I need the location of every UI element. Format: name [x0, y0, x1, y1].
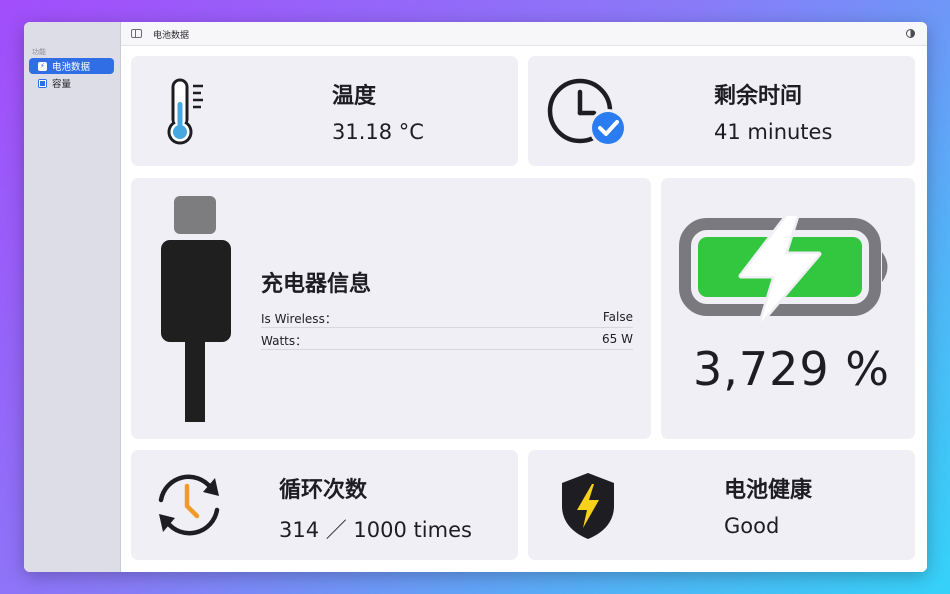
charger-row-label: Watts： [261, 334, 308, 348]
temperature-card: 温度 31.18 °C [131, 56, 518, 166]
cycle-count-title: 循环次数 [279, 478, 368, 503]
bolt-icon: ⚡ [38, 61, 47, 71]
appearance-toggle-icon[interactable] [906, 29, 915, 38]
usb-cable-icon [161, 196, 231, 422]
charger-info-card: 充电器信息 Is Wireless： False Watts： 65 W [131, 178, 651, 439]
remaining-time-title: 剩余时间 [714, 84, 803, 109]
cycle-count-value: 314 ／ 1000 times [279, 518, 472, 542]
clock-check-icon [547, 78, 627, 147]
charger-row-value: 65 W [602, 332, 633, 346]
cycle-count-card: 循环次数 314 ／ 1000 times [131, 450, 518, 560]
battery-health-card: 电池健康 Good [528, 450, 915, 560]
square-icon [38, 78, 47, 88]
battery-level-card: 3,729 % [661, 178, 915, 439]
battery-percent-value: 3,729 % [693, 342, 891, 396]
sidebar-section-label: 功能 [32, 48, 46, 56]
sidebar: 功能 ⚡ 电池数据 容量 [24, 22, 121, 572]
shield-bolt-icon [562, 473, 614, 539]
app-window: 功能 ⚡ 电池数据 容量 电池数据 温度 31.18 °C 剩余时间 41 mi… [24, 22, 927, 572]
battery-health-value: Good [724, 514, 780, 538]
toolbar-title: 电池数据 [153, 31, 190, 41]
charger-row-value: False [602, 310, 633, 324]
thermometer-icon [167, 78, 203, 145]
sidebar-item-capacity[interactable]: 容量 [29, 75, 114, 91]
toolbar: 电池数据 [121, 22, 927, 46]
sidebar-item-label: 容量 [52, 79, 72, 90]
table-row: Is Wireless： False [261, 306, 633, 328]
sidebar-toggle-icon[interactable] [131, 29, 142, 38]
battery-health-title: 电池健康 [724, 478, 813, 503]
temperature-title: 温度 [332, 84, 377, 109]
charger-info-table: Is Wireless： False Watts： 65 W [261, 306, 633, 350]
temperature-value: 31.18 °C [332, 120, 424, 144]
table-row: Watts： 65 W [261, 328, 633, 350]
sidebar-item-battery-data[interactable]: ⚡ 电池数据 [29, 58, 114, 74]
charger-row-label: Is Wireless： [261, 312, 337, 326]
battery-charging-icon [679, 214, 888, 324]
sidebar-item-label: 电池数据 [52, 62, 91, 73]
remaining-time-value: 41 minutes [714, 120, 833, 144]
charger-info-title: 充电器信息 [261, 272, 372, 297]
main-content: 电池数据 温度 31.18 °C 剩余时间 41 minutes 充电器信息 I… [121, 22, 927, 572]
remaining-time-card: 剩余时间 41 minutes [528, 56, 915, 166]
cycle-clock-icon [158, 474, 220, 536]
